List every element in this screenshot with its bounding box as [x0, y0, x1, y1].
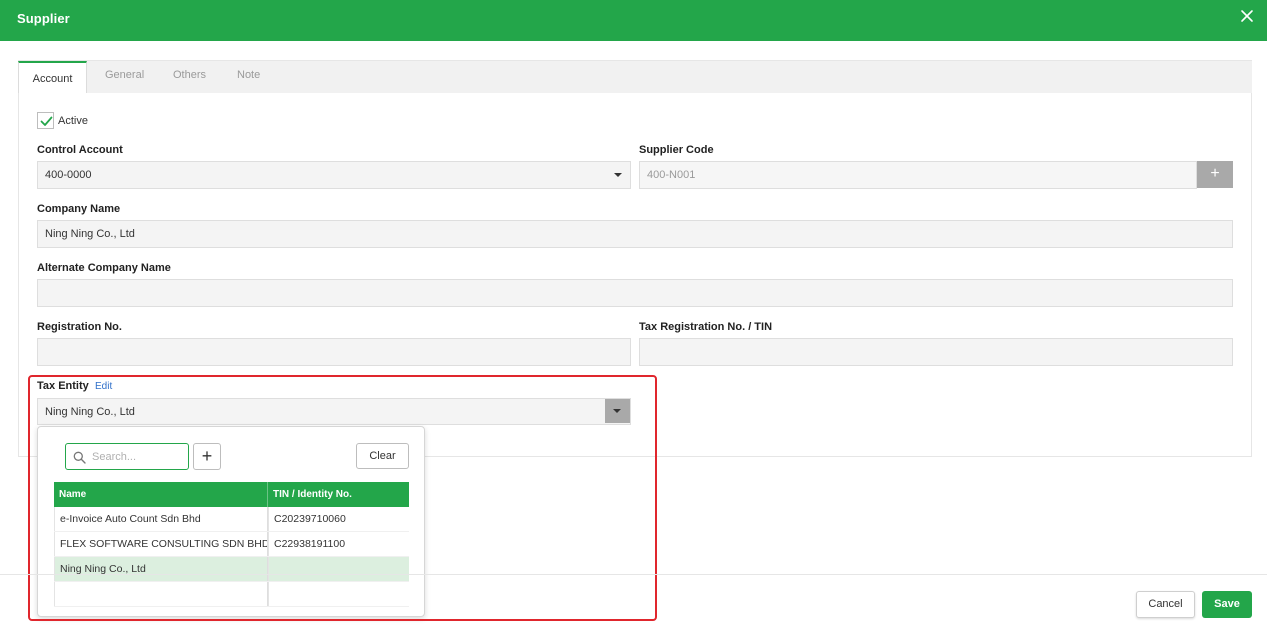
alternate-company-name-input[interactable]: [37, 279, 1233, 307]
row-tin: C22938191100: [268, 532, 409, 556]
cancel-button[interactable]: Cancel: [1136, 591, 1195, 618]
chevron-down-icon: [614, 173, 622, 177]
tax-entity-value: Ning Ning Co., Ltd: [45, 406, 135, 418]
search-box[interactable]: [65, 443, 189, 470]
active-checkbox[interactable]: [37, 112, 54, 129]
control-account-label: Control Account: [37, 144, 123, 156]
tax-registration-no-label: Tax Registration No. / TIN: [639, 321, 773, 333]
supplier-code-add-button[interactable]: +: [1197, 161, 1233, 188]
tax-registration-no-input[interactable]: [639, 338, 1233, 366]
table-row[interactable]: [54, 582, 409, 607]
tab-note[interactable]: Note: [237, 69, 260, 81]
tax-entity-edit-link[interactable]: Edit: [95, 381, 112, 392]
alternate-company-name-label: Alternate Company Name: [37, 262, 171, 274]
table-row[interactable]: e-Invoice Auto Count Sdn Bhd C2023971006…: [54, 507, 409, 532]
supplier-code-label: Supplier Code: [639, 144, 714, 156]
tab-bar: Account General Others Note: [18, 60, 1252, 95]
table-row-selected[interactable]: Ning Ning Co., Ltd: [54, 557, 409, 582]
table-row[interactable]: FLEX SOFTWARE CONSULTING SDN BHD C229381…: [54, 532, 409, 557]
row-tin: [268, 582, 409, 606]
tax-entity-label: Tax Entity: [37, 380, 89, 392]
clear-button[interactable]: Clear: [356, 443, 409, 469]
company-name-value: Ning Ning Co., Ltd: [45, 228, 135, 240]
search-input[interactable]: [92, 448, 184, 466]
supplier-code-value: 400-N001: [647, 169, 696, 181]
control-account-select[interactable]: 400-0000: [37, 161, 631, 189]
row-name: e-Invoice Auto Count Sdn Bhd: [54, 507, 268, 531]
tax-entity-dropdown-button[interactable]: [605, 399, 630, 423]
registration-no-input[interactable]: [37, 338, 631, 366]
close-icon[interactable]: [1240, 9, 1254, 23]
registration-no-label: Registration No.: [37, 321, 122, 333]
tax-entity-grid: Name TIN / Identity No. e-Invoice Auto C…: [54, 482, 409, 607]
grid-header: Name TIN / Identity No.: [54, 482, 409, 507]
column-header-tin[interactable]: TIN / Identity No.: [268, 482, 409, 507]
column-header-name[interactable]: Name: [54, 482, 268, 507]
dialog-header: Supplier: [0, 0, 1267, 41]
row-tin: C20239710060: [268, 507, 409, 531]
search-icon: [73, 451, 86, 464]
row-name: Ning Ning Co., Ltd: [54, 557, 268, 581]
supplier-code-field[interactable]: 400-N001: [639, 161, 1197, 189]
dialog-title: Supplier: [17, 11, 70, 26]
save-button[interactable]: Save: [1202, 591, 1252, 618]
row-name: [54, 582, 268, 606]
chevron-down-icon: [613, 409, 621, 413]
tab-account[interactable]: Account: [18, 61, 87, 95]
control-account-value: 400-0000: [45, 169, 92, 181]
add-tax-entity-button[interactable]: +: [193, 443, 221, 470]
checkmark-icon: [40, 116, 53, 126]
row-name: FLEX SOFTWARE CONSULTING SDN BHD: [54, 532, 268, 556]
company-name-input[interactable]: Ning Ning Co., Ltd: [37, 220, 1233, 248]
footer-divider: [0, 574, 1267, 575]
tab-others[interactable]: Others: [173, 69, 206, 81]
row-tin: [268, 557, 409, 581]
active-label: Active: [58, 115, 88, 127]
tab-general[interactable]: General: [105, 69, 144, 81]
tax-entity-dropdown-panel: + Clear Name TIN / Identity No. e-Invoic…: [37, 426, 425, 617]
tax-entity-select[interactable]: Ning Ning Co., Ltd: [37, 398, 631, 425]
company-name-label: Company Name: [37, 203, 121, 215]
